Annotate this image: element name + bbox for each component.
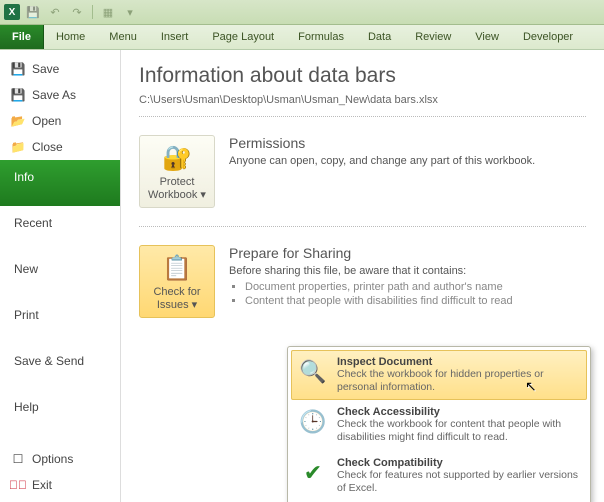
menu-item-desc: Check for features not supported by earl… xyxy=(337,469,581,495)
tab-page-layout[interactable]: Page Layout xyxy=(200,25,286,49)
sidebar-item-close[interactable]: 📁 Close xyxy=(0,134,120,160)
sidebar-item-label: Recent xyxy=(14,216,52,230)
qat-separator xyxy=(92,5,93,19)
sidebar-item-save[interactable]: 💾 Save xyxy=(0,56,120,82)
tab-file[interactable]: File xyxy=(0,25,44,49)
file-path: C:\Users\Usman\Desktop\Usman\Usman_New\d… xyxy=(139,94,586,106)
info-panel: Information about data bars C:\Users\Usm… xyxy=(121,50,604,502)
prepare-desc: Before sharing this file, be aware that … xyxy=(229,265,586,277)
tab-formulas[interactable]: Formulas xyxy=(286,25,356,49)
accessibility-icon: 🕒 xyxy=(297,406,329,438)
tab-view[interactable]: View xyxy=(463,25,511,49)
sidebar-item-label: Options xyxy=(32,452,73,466)
inspect-document-icon: 🔍 xyxy=(297,356,329,388)
saveas-icon: 💾 xyxy=(10,87,26,103)
button-label: Protect Workbook ▾ xyxy=(142,176,212,201)
menu-item-title: Inspect Document xyxy=(337,356,581,368)
sidebar-item-label: Exit xyxy=(32,478,52,492)
sidebar-item-label: Save & Send xyxy=(14,354,84,368)
clipboard-check-icon: 📋 xyxy=(142,252,212,284)
menu-item-inspect-document[interactable]: 🔍 Inspect Document Check the workbook fo… xyxy=(291,350,587,400)
menu-item-title: Check Compatibility xyxy=(337,457,581,469)
menu-item-desc: Check the workbook for content that peop… xyxy=(337,418,581,444)
close-folder-icon: 📁 xyxy=(10,139,26,155)
permissions-desc: Anyone can open, copy, and change any pa… xyxy=(229,155,586,167)
sidebar-item-help[interactable]: Help xyxy=(0,390,120,436)
menu-item-check-accessibility[interactable]: 🕒 Check Accessibility Check the workbook… xyxy=(291,400,587,450)
sidebar-item-options[interactable]: ☐ Options xyxy=(0,446,120,472)
tab-data[interactable]: Data xyxy=(356,25,403,49)
menu-item-title: Check Accessibility xyxy=(337,406,581,418)
menu-item-desc: Check the workbook for hidden properties… xyxy=(337,368,581,394)
prepare-heading: Prepare for Sharing xyxy=(229,245,586,261)
button-label: Check for Issues ▾ xyxy=(142,286,212,311)
open-folder-icon: 📂 xyxy=(10,113,26,129)
tab-review[interactable]: Review xyxy=(403,25,463,49)
sidebar-item-label: Info xyxy=(14,170,34,184)
ribbon-tabs: File Home Menu Insert Page Layout Formul… xyxy=(0,25,604,50)
qat-dropdown-icon[interactable]: ▾ xyxy=(121,3,139,21)
check-issues-dropdown: 🔍 Inspect Document Check the workbook fo… xyxy=(287,346,591,502)
sidebar-item-saveas[interactable]: 💾 Save As xyxy=(0,82,120,108)
title-bar: X 💾 ↶ ↷ ▦ ▾ xyxy=(0,0,604,25)
sidebar-item-label: Save As xyxy=(32,88,76,102)
compatibility-icon: ✔ xyxy=(297,457,329,489)
sidebar-item-label: Print xyxy=(14,308,39,322)
tab-insert[interactable]: Insert xyxy=(149,25,201,49)
page-title: Information about data bars xyxy=(139,64,586,88)
options-icon: ☐ xyxy=(10,451,26,467)
sidebar-item-new[interactable]: New xyxy=(0,252,120,298)
permissions-heading: Permissions xyxy=(229,135,586,151)
backstage-sidebar: 💾Save 💾Save As 📂Open 📁Close Info Recent … xyxy=(0,50,121,502)
undo-qat-icon[interactable]: ↶ xyxy=(46,3,64,21)
divider xyxy=(139,226,586,227)
prepare-list-item: Content that people with disabilities fi… xyxy=(245,295,586,307)
qat-extra-icon[interactable]: ▦ xyxy=(99,3,117,21)
save-icon: 💾 xyxy=(10,61,26,77)
tab-menu[interactable]: Menu xyxy=(97,25,149,49)
exit-icon: �⃠ xyxy=(10,477,26,493)
sidebar-item-exit[interactable]: �⃠ Exit xyxy=(0,472,120,498)
sidebar-item-label: Save xyxy=(32,62,59,76)
sidebar-item-label: Help xyxy=(14,400,39,414)
prepare-section: 📋 Check for Issues ▾ Prepare for Sharing… xyxy=(139,235,586,328)
sidebar-item-print[interactable]: Print xyxy=(0,298,120,344)
menu-item-check-compatibility[interactable]: ✔ Check Compatibility Check for features… xyxy=(291,451,587,501)
tab-home[interactable]: Home xyxy=(44,25,97,49)
sidebar-item-recent[interactable]: Recent xyxy=(0,206,120,252)
sidebar-item-info[interactable]: Info xyxy=(0,160,121,206)
sidebar-item-savesend[interactable]: Save & Send xyxy=(0,344,120,390)
check-for-issues-button[interactable]: 📋 Check for Issues ▾ xyxy=(139,245,215,318)
save-qat-icon[interactable]: 💾 xyxy=(24,3,42,21)
permissions-section: 🔐 Protect Workbook ▾ Permissions Anyone … xyxy=(139,125,586,218)
redo-qat-icon[interactable]: ↷ xyxy=(68,3,86,21)
excel-app-icon: X xyxy=(4,4,20,20)
sidebar-item-open[interactable]: 📂 Open xyxy=(0,108,120,134)
lock-key-icon: 🔐 xyxy=(142,142,212,174)
sidebar-item-label: New xyxy=(14,262,38,276)
divider xyxy=(139,116,586,117)
tab-developer[interactable]: Developer xyxy=(511,25,585,49)
sidebar-item-label: Close xyxy=(32,140,63,154)
prepare-list-item: Document properties, printer path and au… xyxy=(245,281,586,293)
protect-workbook-button[interactable]: 🔐 Protect Workbook ▾ xyxy=(139,135,215,208)
sidebar-item-label: Open xyxy=(32,114,61,128)
